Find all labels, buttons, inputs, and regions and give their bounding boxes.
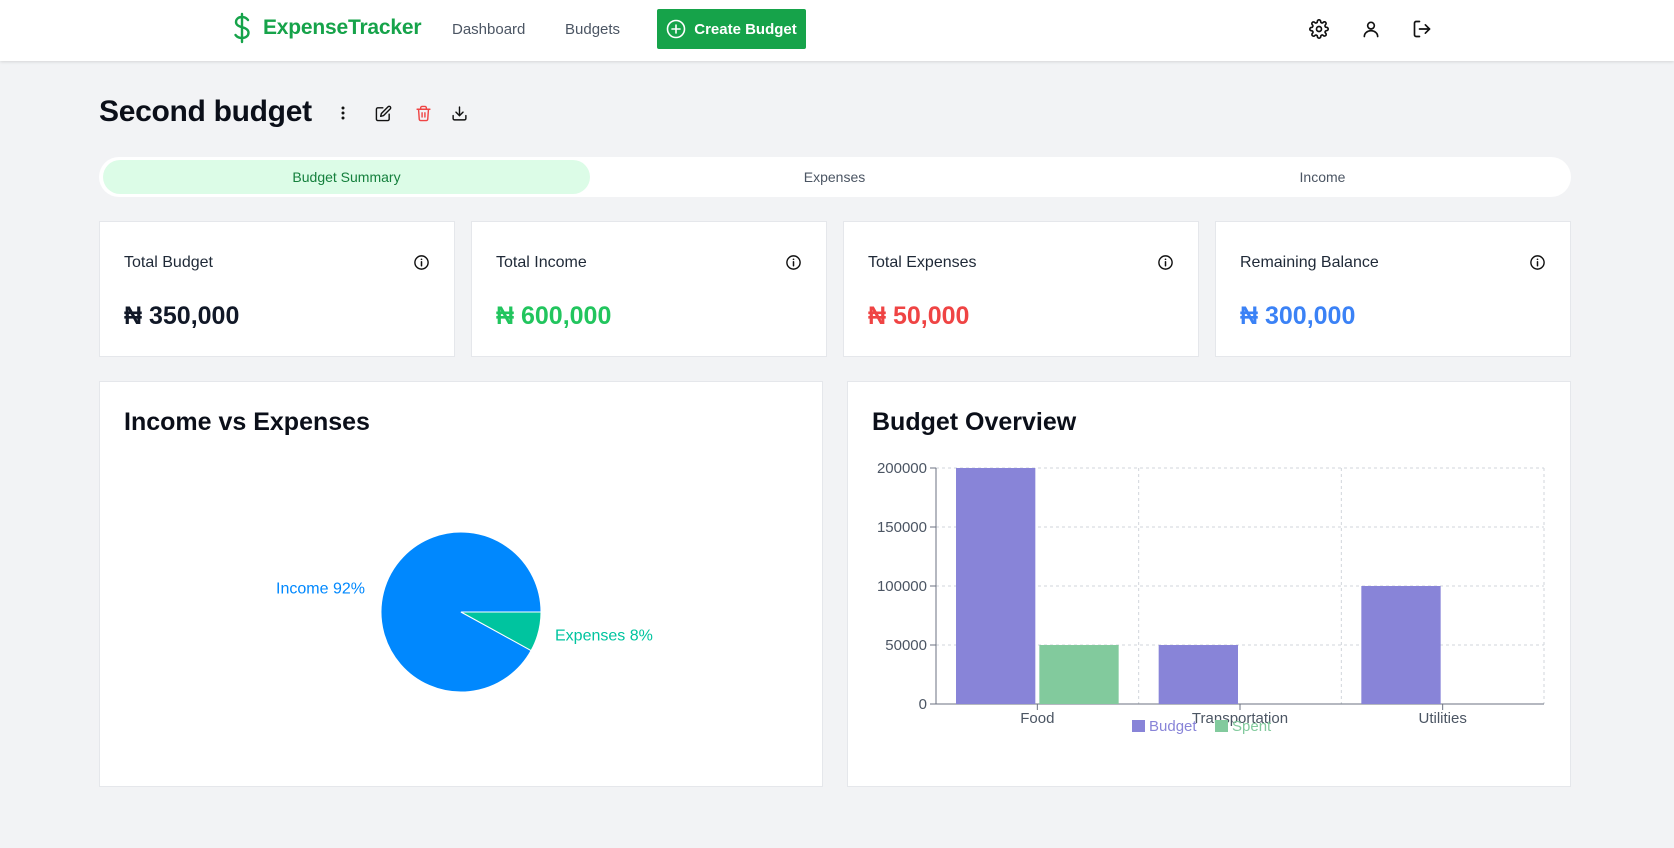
y-tick-label: 150000 [877,519,927,536]
user-icon[interactable] [1359,17,1383,41]
info-icon[interactable] [1529,254,1546,271]
info-icon[interactable] [785,254,802,271]
legend-swatch [1215,720,1228,732]
stat-label: Total Expenses [868,254,977,271]
create-budget-label: Create Budget [694,20,797,38]
stat-value: ₦ 50,000 [868,302,970,330]
tab-income[interactable]: Income [1079,160,1566,194]
bar-chart: 050000100000150000200000Food Transportati… [877,460,1545,735]
edit-icon[interactable] [372,102,394,124]
trash-icon[interactable] [412,102,434,124]
brand-name: ExpenseTracker [263,16,422,39]
stat-label: Total Budget [124,254,213,271]
stat-label: Remaining Balance [1240,254,1379,271]
dollar-icon [229,12,255,44]
x-tick-label: Food [1020,710,1054,727]
page-title: Second budget [99,95,312,128]
stat-value: ₦ 300,000 [1240,302,1356,330]
stat-value: ₦ 350,000 [124,302,240,330]
create-budget-button[interactable]: Create Budget [657,9,806,49]
stat-label: Total Income [496,254,587,271]
info-icon[interactable] [413,254,430,271]
gear-icon[interactable] [1307,17,1331,41]
bar [1039,645,1119,704]
nav-budgets[interactable]: Budgets [565,21,620,38]
x-tick-label: Utilities [1418,710,1466,727]
stat-card-total-expenses: Total Expenses ₦ 50,000 [843,221,1199,357]
brand-logo[interactable]: ExpenseTracker [229,12,422,44]
stat-card-total-budget: Total Budget ₦ 350,000 [99,221,455,357]
more-vertical-icon[interactable] [332,102,354,124]
download-icon[interactable] [448,102,470,124]
tab-expenses[interactable]: Expenses [591,160,1078,194]
tab-budget-summary[interactable]: Budget Summary [103,160,590,194]
bar [956,468,1036,704]
y-tick-label: 50000 [885,637,927,654]
budget-overview-card: Budget Overview 0 50000 100000 150000 200000… [847,381,1571,787]
top-navbar: ExpenseTracker Dashboard Budgets Create … [0,0,1674,61]
tab-bar: Budget Summary Expenses Income [99,157,1571,197]
info-icon[interactable] [1157,254,1174,271]
logout-icon[interactable] [1410,17,1434,41]
pie-label: Expenses 8% [555,628,653,645]
stat-card-remaining-balance: Remaining Balance ₦ 300,000 [1215,221,1571,357]
stat-card-total-income: Total Income ₦ 600,000 [471,221,827,357]
pie-chart: Income 92% Expenses 8% [276,531,653,693]
legend-swatch [1132,720,1145,732]
nav-dashboard[interactable]: Dashboard [452,21,525,38]
y-tick-label: 0 [919,696,927,713]
legend-label: Budget [1149,718,1197,735]
y-tick-label: 100000 [877,578,927,595]
pie-label: Income 92% [276,580,365,597]
stat-value: ₦ 600,000 [496,302,612,330]
bar [1361,586,1441,704]
y-tick-label: 200000 [877,460,927,477]
income-vs-expenses-card: Income vs Expenses Income 92% Expenses 8% [99,381,823,787]
bar [1158,645,1238,704]
legend-label: Spent [1232,718,1272,735]
plus-circle-icon [666,19,686,39]
